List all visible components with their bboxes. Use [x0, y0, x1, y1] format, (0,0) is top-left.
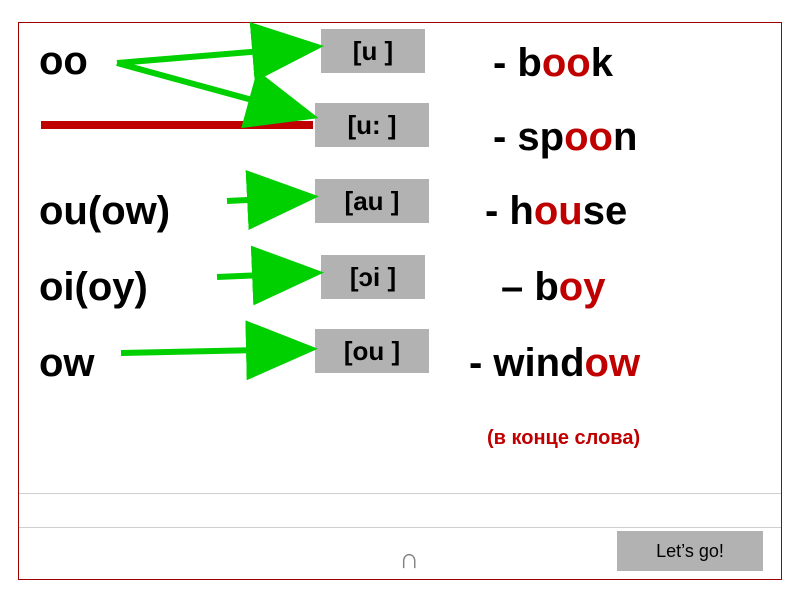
word-house-pre: - h	[485, 189, 534, 233]
footer-line-1	[19, 493, 781, 494]
word-house: - house	[485, 191, 627, 231]
content-frame: oo [u ] [u: ] - book - spoon ou(ow) [au …	[18, 22, 782, 580]
arrow-oo-to-ulong	[117, 57, 327, 127]
word-book-pre: - b	[493, 41, 542, 85]
footer-line-2	[19, 527, 781, 528]
word-house-post: se	[583, 189, 628, 233]
word-window-pre: - wind	[469, 341, 585, 385]
word-book-post: k	[591, 41, 613, 85]
phon-ou: [ou ]	[315, 329, 429, 373]
letters-ou-ow: ou(ow)	[39, 191, 170, 231]
arrow-oi	[217, 259, 327, 289]
note-end-of-word: (в конце слова)	[487, 427, 640, 450]
arrow-ou	[227, 183, 322, 213]
word-boy: – boy	[501, 267, 605, 307]
phon-u-short: [u ]	[321, 29, 425, 73]
word-boy-pre: – b	[501, 265, 559, 309]
phon-oi: [ɔi ]	[321, 255, 425, 299]
letters-oo: oo	[39, 41, 88, 81]
word-window-hl: ow	[585, 341, 641, 385]
word-spoon-post: n	[613, 115, 637, 159]
word-window: - window	[469, 343, 640, 383]
letters-oi-oy: oi(oy)	[39, 267, 148, 307]
word-spoon-pre: - sp	[493, 115, 564, 159]
phon-u-long: [u: ]	[315, 103, 429, 147]
undo-icon[interactable]: ∩	[399, 545, 419, 573]
letters-ow: ow	[39, 343, 95, 383]
word-spoon-hl: oo	[564, 115, 613, 159]
word-book-hl: oo	[542, 41, 591, 85]
word-spoon: - spoon	[493, 117, 637, 157]
word-house-hl: ou	[534, 189, 583, 233]
lets-go-button[interactable]: Let’s go!	[617, 531, 763, 571]
arrow-ow	[121, 335, 321, 365]
word-boy-hl: oy	[559, 265, 606, 309]
word-book: - book	[493, 43, 613, 83]
phon-au: [au ]	[315, 179, 429, 223]
